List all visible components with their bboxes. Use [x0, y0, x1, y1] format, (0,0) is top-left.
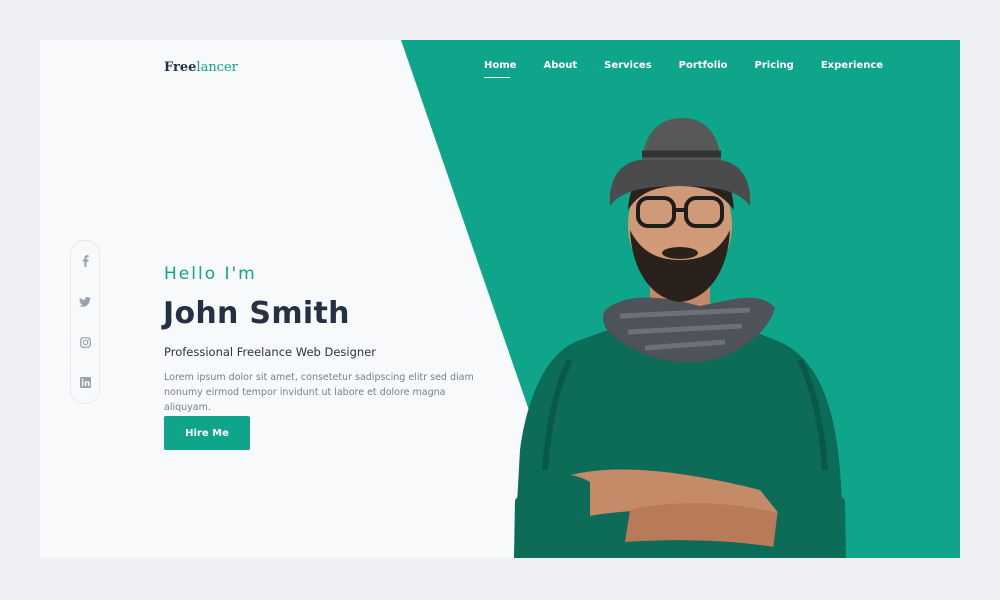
nav-item-pricing[interactable]: Pricing [755, 60, 794, 71]
hero-role: Professional Freelance Web Designer [164, 345, 376, 359]
hero-name: John Smith [163, 296, 350, 331]
portrait-photo [514, 118, 846, 558]
social-links [70, 240, 100, 404]
twitter-icon[interactable] [79, 296, 91, 308]
nav-item-home[interactable]: Home [484, 60, 516, 78]
linkedin-icon[interactable] [79, 377, 91, 389]
nav-item-services[interactable]: Services [604, 60, 652, 71]
hero-greeting: Hello I'm [164, 264, 257, 284]
nav-item-portfolio[interactable]: Portfolio [679, 60, 728, 71]
page-frame: Freelancer Home About Services Portfolio… [40, 40, 960, 558]
instagram-icon[interactable] [79, 336, 91, 348]
logo-accent-text: lancer [196, 60, 238, 75]
hire-me-button[interactable]: Hire Me [164, 416, 250, 450]
nav-item-about[interactable]: About [543, 60, 577, 71]
logo[interactable]: Freelancer [164, 60, 238, 75]
logo-main-text: Free [164, 60, 197, 75]
nav-item-experience[interactable]: Experience [821, 60, 883, 71]
main-nav: Home About Services Portfolio Pricing Ex… [484, 60, 910, 78]
facebook-icon[interactable] [79, 255, 91, 268]
hero-description: Lorem ipsum dolor sit amet, consetetur s… [164, 372, 474, 413]
